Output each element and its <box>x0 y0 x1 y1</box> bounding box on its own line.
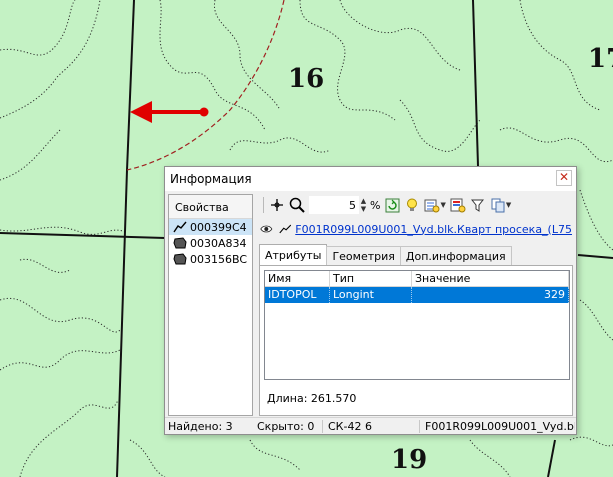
object-id: 0030A834 <box>190 236 247 250</box>
scale-input[interactable] <box>309 196 359 214</box>
map-label-19: 19 <box>391 445 428 475</box>
title-bar[interactable]: Информация ✕ <box>165 167 576 191</box>
toolbar-separator <box>263 197 264 213</box>
chevron-down-icon[interactable]: ▼ <box>359 205 368 213</box>
tab-attributes[interactable]: Атрибуты <box>259 244 328 265</box>
percent-label: % <box>370 198 381 212</box>
object-link[interactable]: F001R099L009U001_Vyd.blk.Кварт просека_(… <box>295 223 572 236</box>
area-icon <box>173 237 187 249</box>
object-item-000399C4[interactable]: 000399C4 <box>169 219 252 235</box>
table-header: Имя Тип Значение <box>265 271 569 287</box>
object-link-row: F001R099L009U001_Vyd.blk.Кварт просека_(… <box>260 219 572 239</box>
cell-name: IDTOPOL <box>265 287 330 303</box>
chevron-up-icon[interactable]: ▲ <box>359 197 368 205</box>
map-label-16: 16 <box>288 64 325 94</box>
properties-header: Свойства <box>169 195 252 219</box>
tab-extra-info[interactable]: Доп.информация <box>399 246 512 265</box>
copy-button[interactable] <box>488 195 508 215</box>
chevron-down-icon[interactable]: ▼ <box>440 201 445 209</box>
column-header-type[interactable]: Тип <box>330 271 412 287</box>
filter-button[interactable] <box>468 195 488 215</box>
tab-strip: Атрибуты Геометрия Доп.информация <box>259 244 512 265</box>
refresh-icon <box>385 198 400 212</box>
palette-button[interactable] <box>448 195 468 215</box>
object-id: 003156BC <box>190 252 248 266</box>
zoom-button[interactable] <box>287 195 307 215</box>
filter-icon <box>471 199 485 212</box>
tab-geometry[interactable]: Геометрия <box>326 246 401 265</box>
chevron-down-icon[interactable]: ▼ <box>506 201 511 209</box>
window-title: Информация <box>170 172 252 186</box>
info-window: Информация ✕ Свойства 000399C4 0030A834 … <box>164 166 577 435</box>
object-item-0030A834[interactable]: 0030A834 <box>169 235 252 251</box>
refresh-button[interactable] <box>382 195 402 215</box>
crosshair-button[interactable] <box>267 195 287 215</box>
highlight-button[interactable] <box>402 195 422 215</box>
layers-button[interactable] <box>422 195 442 215</box>
crosshair-icon <box>271 199 283 211</box>
column-header-name[interactable]: Имя <box>265 271 330 287</box>
length-label: Длина: 261.570 <box>267 392 357 405</box>
copy-icon <box>491 198 505 212</box>
line-icon <box>173 221 187 233</box>
close-icon: ✕ <box>558 170 570 184</box>
map-label-17: 17 <box>588 44 613 74</box>
line-icon <box>279 224 291 234</box>
layers-icon <box>424 199 440 212</box>
status-crs: СК-42 6 <box>328 419 372 433</box>
status-object: F001R099L009U001_Vyd.blk.K <box>425 419 575 433</box>
palette-icon <box>450 198 466 212</box>
status-hidden: Скрыто: 0 <box>257 419 315 433</box>
column-header-value[interactable]: Значение <box>412 271 569 287</box>
table-row[interactable]: IDTOPOL Longint 329 <box>265 287 569 303</box>
objects-panel: Свойства 000399C4 0030A834 003156BC <box>168 194 253 416</box>
status-found: Найдено: 3 <box>168 419 233 433</box>
toolbar: ▲ ▼ % ▼ ▼ <box>260 194 572 216</box>
zoom-icon <box>289 197 305 213</box>
bulb-icon <box>407 198 418 211</box>
eye-icon[interactable] <box>260 223 273 235</box>
object-id: 000399C4 <box>190 220 247 234</box>
cell-type: Longint <box>330 287 412 303</box>
scale-stepper[interactable]: ▲ ▼ <box>359 197 368 213</box>
attributes-table[interactable]: Имя Тип Значение IDTOPOL Longint 329 <box>264 270 570 380</box>
status-bar: Найдено: 3 Скрыто: 0 СК-42 6 F001R099L00… <box>165 417 576 434</box>
area-icon <box>173 253 187 265</box>
attributes-panel: Имя Тип Значение IDTOPOL Longint 329 Дли… <box>259 265 573 416</box>
object-item-003156BC[interactable]: 003156BC <box>169 251 252 267</box>
cell-value: 329 <box>412 287 569 303</box>
close-button[interactable]: ✕ <box>556 170 572 186</box>
